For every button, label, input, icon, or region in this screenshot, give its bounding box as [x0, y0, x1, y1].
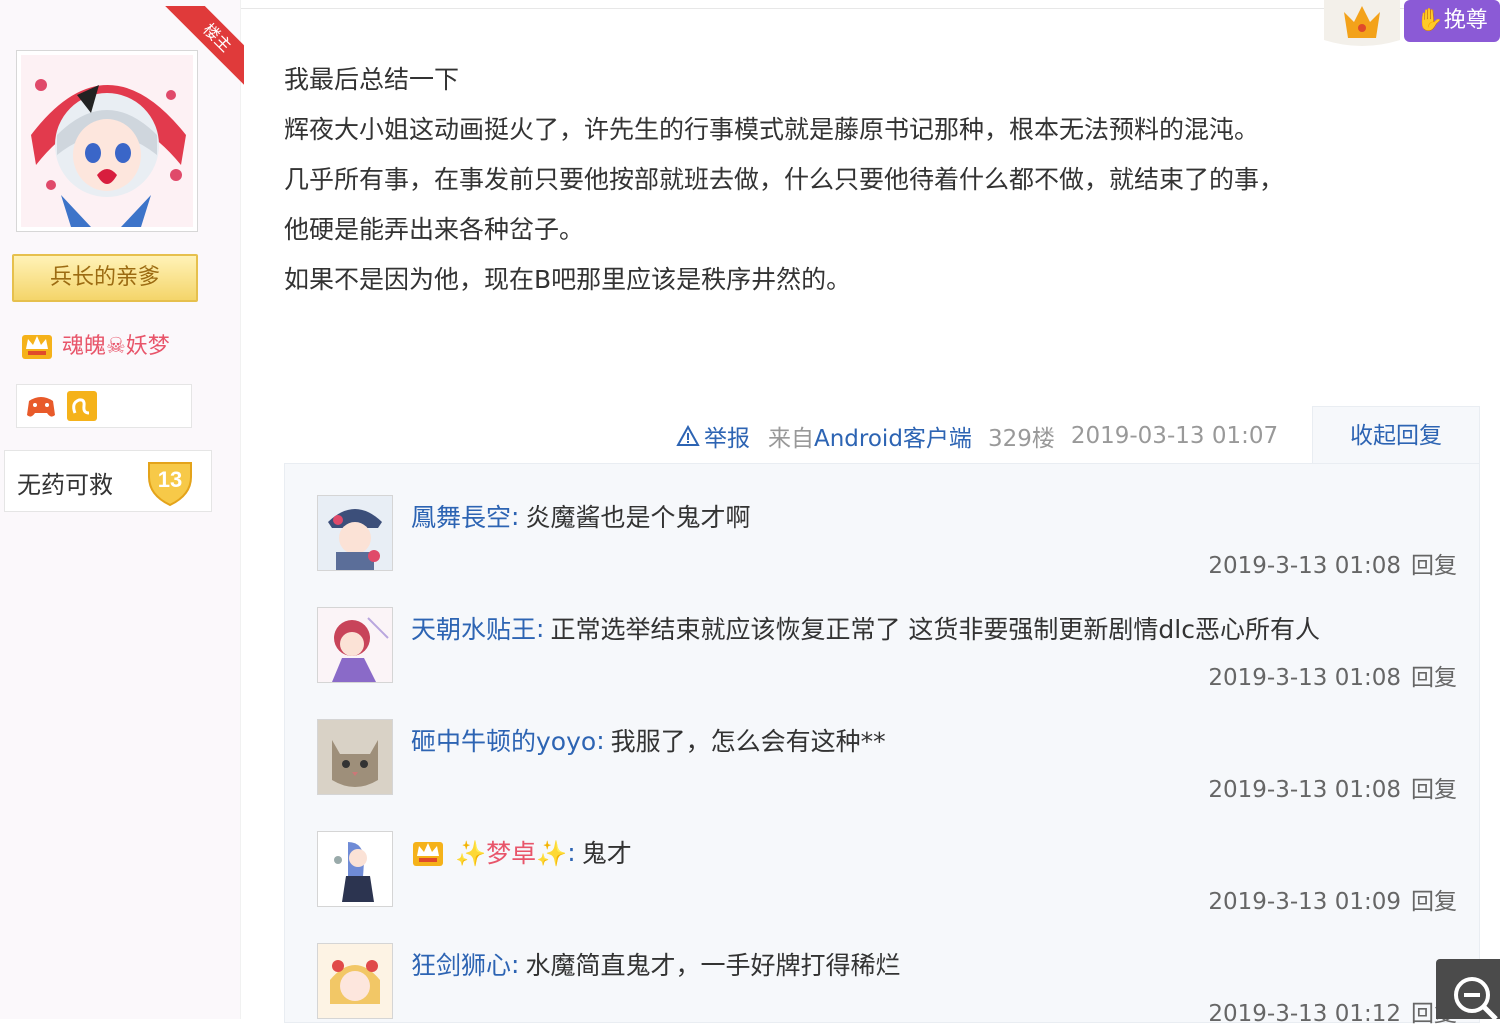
author-icons [16, 384, 192, 428]
collapse-replies-button[interactable]: 收起回复 [1312, 406, 1480, 464]
vip-name-row[interactable]: 魂魄☠妖梦 [20, 326, 170, 362]
vip-crown-icon [22, 335, 52, 359]
avatar-image [21, 55, 193, 227]
reply-avatar[interactable] [317, 719, 393, 795]
author-column: 楼主 兵长的亲爹 魂魄☠妖梦 无药可救 13 [0, 0, 244, 1019]
post-meta: 举报 来自Android客户端 329楼 2019-03-13 01:07 [676, 414, 1278, 458]
post-source: 来自Android客户端 [768, 419, 972, 453]
avatar-image [318, 720, 392, 794]
leo-zodiac-icon[interactable] [67, 391, 97, 421]
author-avatar[interactable] [16, 50, 198, 232]
top-right-badges: ✋挽尊 [1300, 0, 1500, 50]
avatar-image [318, 944, 392, 1018]
reply-item: 狂剑狮心: 水魔简直鬼才，一手好牌打得稀烂 2019-3-13 01:12 回复 [317, 912, 1457, 1027]
crown-icon [1324, 0, 1400, 46]
reply-avatar[interactable] [317, 607, 393, 683]
avatar-image [318, 832, 392, 906]
zoom-out-icon [1454, 977, 1498, 1021]
reply-username[interactable]: 狂剑狮心 [411, 946, 511, 982]
post-line: 他硬是能弄出来各种岔子。 [284, 215, 585, 244]
reply-item: 砸中牛顿的yoyo: 我服了，怎么会有这种** 2019-3-13 01:08 回复 [317, 688, 1457, 803]
reply-avatar[interactable] [317, 495, 393, 571]
reply-text: 水魔简直鬼才，一手好牌打得稀烂 [525, 951, 901, 980]
reply-item: 鳳舞長空: 炎魔酱也是个鬼才啊 2019-3-13 01:08 回复 [317, 464, 1457, 579]
post-datetime: 2019-03-13 01:07 [1070, 423, 1279, 449]
post-line: 辉夜大小姐这动画挺火了，许先生的行事模式就是藤原书记那种，根本无法预料的混沌。 [284, 115, 1260, 144]
reply-username[interactable]: 砸中牛顿的yoyo [411, 722, 596, 758]
source-prefix: 来自 [768, 426, 814, 452]
title-badge[interactable]: 兵长的亲爹 [12, 254, 198, 302]
zoom-button[interactable] [1436, 959, 1500, 1021]
reply-avatar[interactable] [317, 831, 393, 907]
reply-text: 鬼才 [581, 839, 632, 868]
reply-text: 我服了，怎么会有这种** [610, 727, 886, 756]
reply-avatar[interactable] [317, 943, 393, 1019]
floor-number: 329楼 [987, 426, 1055, 452]
level-text: 无药可救 [17, 471, 113, 499]
hand-icon: ✋ [1416, 8, 1444, 33]
reply-username[interactable]: ✨梦卓✨ [455, 834, 567, 870]
level-badge[interactable]: 无药可救 13 [4, 450, 212, 512]
level-shield-icon: 13 [148, 462, 192, 507]
game-icon[interactable] [25, 391, 57, 421]
wanzun-label: 挽尊 [1443, 8, 1488, 33]
post-content: 我最后总结一下 辉夜大小姐这动画挺火了，许先生的行事模式就是藤原书记那种，根本无… [284, 55, 1474, 305]
reply-username[interactable]: 鳳舞長空 [411, 498, 511, 534]
vip-crown-icon [413, 842, 443, 866]
warning-icon [676, 425, 700, 446]
reply-item: ✨梦卓✨: 鬼才 2019-3-13 01:09 回复 [317, 800, 1457, 915]
report-label: 举报 [704, 426, 750, 452]
reply-username[interactable]: 天朝水贴王 [411, 610, 536, 646]
level-number: 13 [158, 467, 182, 492]
avatar-image [318, 496, 392, 570]
avatar-image [318, 608, 392, 682]
reply-time: 2019-3-13 01:12 [1208, 1001, 1401, 1027]
source-client-link[interactable]: Android客户端 [814, 426, 972, 452]
post-line: 我最后总结一下 [284, 65, 460, 94]
report-link[interactable]: 举报 [676, 419, 750, 453]
wanzun-button[interactable]: ✋挽尊 [1404, 0, 1500, 42]
reply-text: 炎魔酱也是个鬼才啊 [525, 503, 751, 532]
author-name[interactable]: 魂魄☠妖梦 [62, 328, 170, 360]
post-line: 几乎所有事，在事发前只要他按部就班去做，什么只要他待着什么都不做，就结束了的事， [284, 165, 1285, 194]
post-line: 如果不是因为他，现在B吧那里应该是秩序井然的。 [284, 265, 852, 294]
reply-list: 鳳舞長空: 炎魔酱也是个鬼才啊 2019-3-13 01:08 回复 天朝水贴王: 正… [284, 463, 1480, 1027]
reply-text: 正常选举结束就应该恢复正常了 这货非要强制更新剧情dlc恶心所有人 [550, 615, 1320, 644]
reply-item: 天朝水贴王: 正常选举结束就应该恢复正常了 这货非要强制更新剧情dlc恶心所有人 … [317, 576, 1457, 691]
